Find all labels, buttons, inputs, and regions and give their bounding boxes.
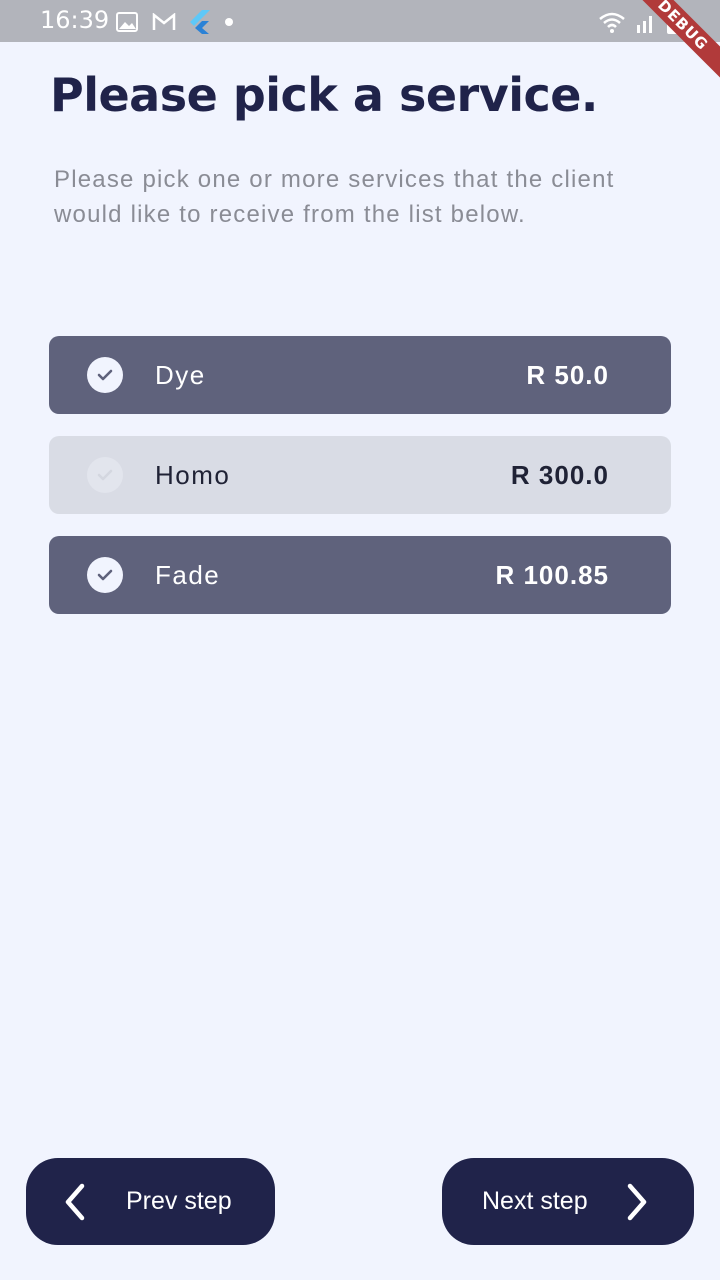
signal-icon — [637, 16, 652, 33]
image-icon — [116, 12, 138, 32]
service-item-dye[interactable]: Dye R 50.0 — [49, 336, 671, 414]
service-name: Fade — [155, 559, 221, 590]
check-circle-icon — [87, 557, 123, 593]
check-circle-icon — [87, 357, 123, 393]
service-item-fade[interactable]: Fade R 100.85 — [49, 536, 671, 614]
status-time: 16:39 — [40, 6, 110, 34]
service-item-homo[interactable]: Homo R 300.0 — [49, 436, 671, 514]
service-price: R 50.0 — [526, 359, 609, 390]
page-title: Please pick a service. — [50, 68, 598, 122]
notification-icons — [116, 10, 234, 34]
gmail-icon — [152, 13, 176, 30]
wifi-icon — [599, 12, 625, 33]
service-price: R 300.0 — [510, 459, 609, 490]
check-circle-icon — [87, 457, 123, 493]
service-name: Dye — [155, 359, 206, 390]
prev-step-button[interactable]: Prev step — [26, 1158, 275, 1245]
service-name: Homo — [155, 459, 231, 490]
page-subtitle: Please pick one or more services that th… — [54, 166, 615, 228]
chevron-right-icon — [627, 1183, 647, 1221]
next-step-label: Next step — [482, 1187, 588, 1215]
flutter-icon — [190, 10, 210, 34]
service-price: R 100.85 — [495, 559, 609, 590]
status-bar: 16:39 — [0, 0, 720, 42]
dot-icon — [225, 18, 233, 26]
service-list: Dye R 50.0 Homo R 300.0 Fade R 100.85 — [49, 336, 671, 636]
next-step-button[interactable]: Next step — [442, 1158, 694, 1245]
chevron-left-icon — [65, 1183, 85, 1221]
prev-step-label: Prev step — [126, 1187, 232, 1215]
